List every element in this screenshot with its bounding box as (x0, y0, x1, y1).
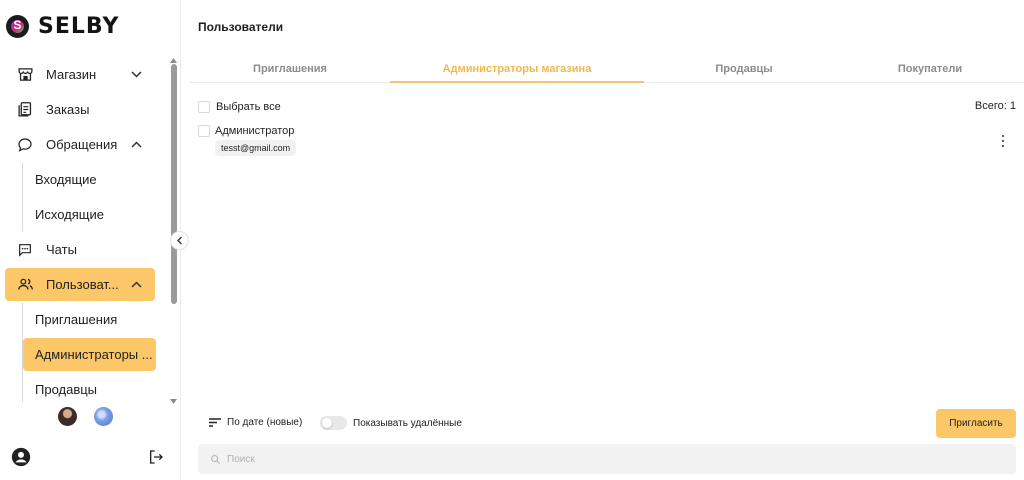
brand-logo[interactable]: SELBY (6, 14, 119, 39)
sidebar-item-label: Обращения (46, 137, 118, 152)
tab-bar: Приглашения Администраторы магазина Прод… (190, 56, 1024, 83)
main-content: Пользователи Приглашения Администраторы … (182, 0, 1024, 480)
sidebar-nav: Магазин Заказы Обращения Входящие Исходя… (0, 56, 166, 402)
sidebar-subitem-outbox[interactable]: Исходящие (23, 198, 156, 231)
sidebar-item-label: Входящие (35, 172, 97, 187)
search-bar (198, 444, 1016, 474)
scroll-up-arrow-icon[interactable] (169, 52, 178, 63)
globe-icon[interactable] (94, 407, 113, 426)
sidebar-item-chats[interactable]: Чаты (5, 233, 155, 266)
row-checkbox[interactable] (198, 125, 210, 137)
store-icon (16, 66, 34, 84)
scrollbar-thumb[interactable] (171, 64, 177, 304)
orders-icon (16, 101, 34, 119)
tab-sellers[interactable]: Продавцы (644, 56, 844, 83)
user-role: Администратор (215, 125, 295, 137)
brand-name: SELBY (38, 14, 120, 39)
sidebar-scrollbar[interactable] (169, 52, 178, 404)
sidebar-item-appeals[interactable]: Обращения (5, 128, 155, 161)
user-email-chip: tesst@gmail.com (215, 140, 297, 156)
more-vert-icon[interactable] (1000, 135, 1006, 147)
user-avatar[interactable] (58, 407, 77, 426)
sidebar: SELBY Магазин Заказы (0, 0, 181, 480)
chevron-left-icon (177, 236, 182, 245)
chevron-up-icon (129, 281, 143, 288)
tab-invitations[interactable]: Приглашения (190, 56, 390, 83)
chats-icon (16, 241, 34, 259)
select-all-checkbox[interactable] (198, 101, 210, 113)
logout-icon[interactable] (148, 449, 164, 465)
sidebar-subitem-store-admins[interactable]: Администраторы ... (23, 338, 156, 371)
select-all-label[interactable]: Выбрать все (216, 101, 281, 113)
search-input[interactable] (227, 453, 927, 465)
sidebar-item-label: Исходящие (35, 207, 104, 222)
select-all-row: Выбрать все Всего: 1 (198, 99, 1016, 115)
show-deleted-control: Показывать удалённые (320, 416, 462, 430)
sidebar-item-label: Приглашения (35, 312, 118, 327)
list-footer: По дате (новые) Показывать удалённые При… (198, 407, 1016, 439)
sidebar-item-store[interactable]: Магазин (5, 58, 155, 91)
tab-buyers[interactable]: Покупатели (830, 56, 1024, 83)
sidebar-item-users[interactable]: Пользоват... (5, 268, 155, 301)
page-title: Пользователи (198, 20, 284, 34)
sidebar-item-orders[interactable]: Заказы (5, 93, 155, 126)
active-tab-indicator (390, 81, 644, 83)
sidebar-subitem-sellers[interactable]: Продавцы (23, 373, 156, 402)
sidebar-item-label: Продавцы (35, 382, 98, 397)
list-item[interactable]: Администратор tesst@gmail.com (198, 124, 1016, 160)
total-count: Всего: 1 (974, 100, 1016, 112)
chat-bubble-icon (16, 136, 34, 154)
scroll-down-arrow-icon[interactable] (169, 393, 178, 404)
chevron-up-icon (129, 141, 143, 148)
tab-store-admins[interactable]: Администраторы магазина (417, 56, 617, 83)
sort-icon (209, 418, 221, 427)
users-icon (16, 276, 34, 294)
search-icon (211, 454, 221, 464)
sidebar-subitem-invitations[interactable]: Приглашения (23, 303, 156, 336)
show-deleted-label: Показывать удалённые (353, 417, 462, 429)
logo-icon (6, 15, 29, 38)
sort-control[interactable]: По дате (новые) (209, 417, 302, 428)
quick-avatars (58, 407, 113, 426)
collapse-sidebar-button[interactable] (170, 231, 189, 250)
account-circle-icon[interactable] (11, 447, 31, 467)
sidebar-item-label: Администраторы ... (35, 347, 153, 362)
sidebar-item-label: Магазин (46, 67, 97, 82)
sidebar-item-label: Пользоват... (46, 277, 119, 292)
show-deleted-toggle[interactable] (320, 416, 347, 430)
app-window: SELBY Магазин Заказы (0, 0, 1024, 480)
invite-button[interactable]: Пригласить (936, 409, 1016, 438)
chevron-down-icon (129, 71, 143, 78)
sort-label: По дате (новые) (227, 417, 303, 428)
sidebar-item-label: Заказы (46, 102, 90, 117)
sidebar-subitem-inbox[interactable]: Входящие (23, 163, 156, 196)
sidebar-item-label: Чаты (46, 242, 77, 257)
